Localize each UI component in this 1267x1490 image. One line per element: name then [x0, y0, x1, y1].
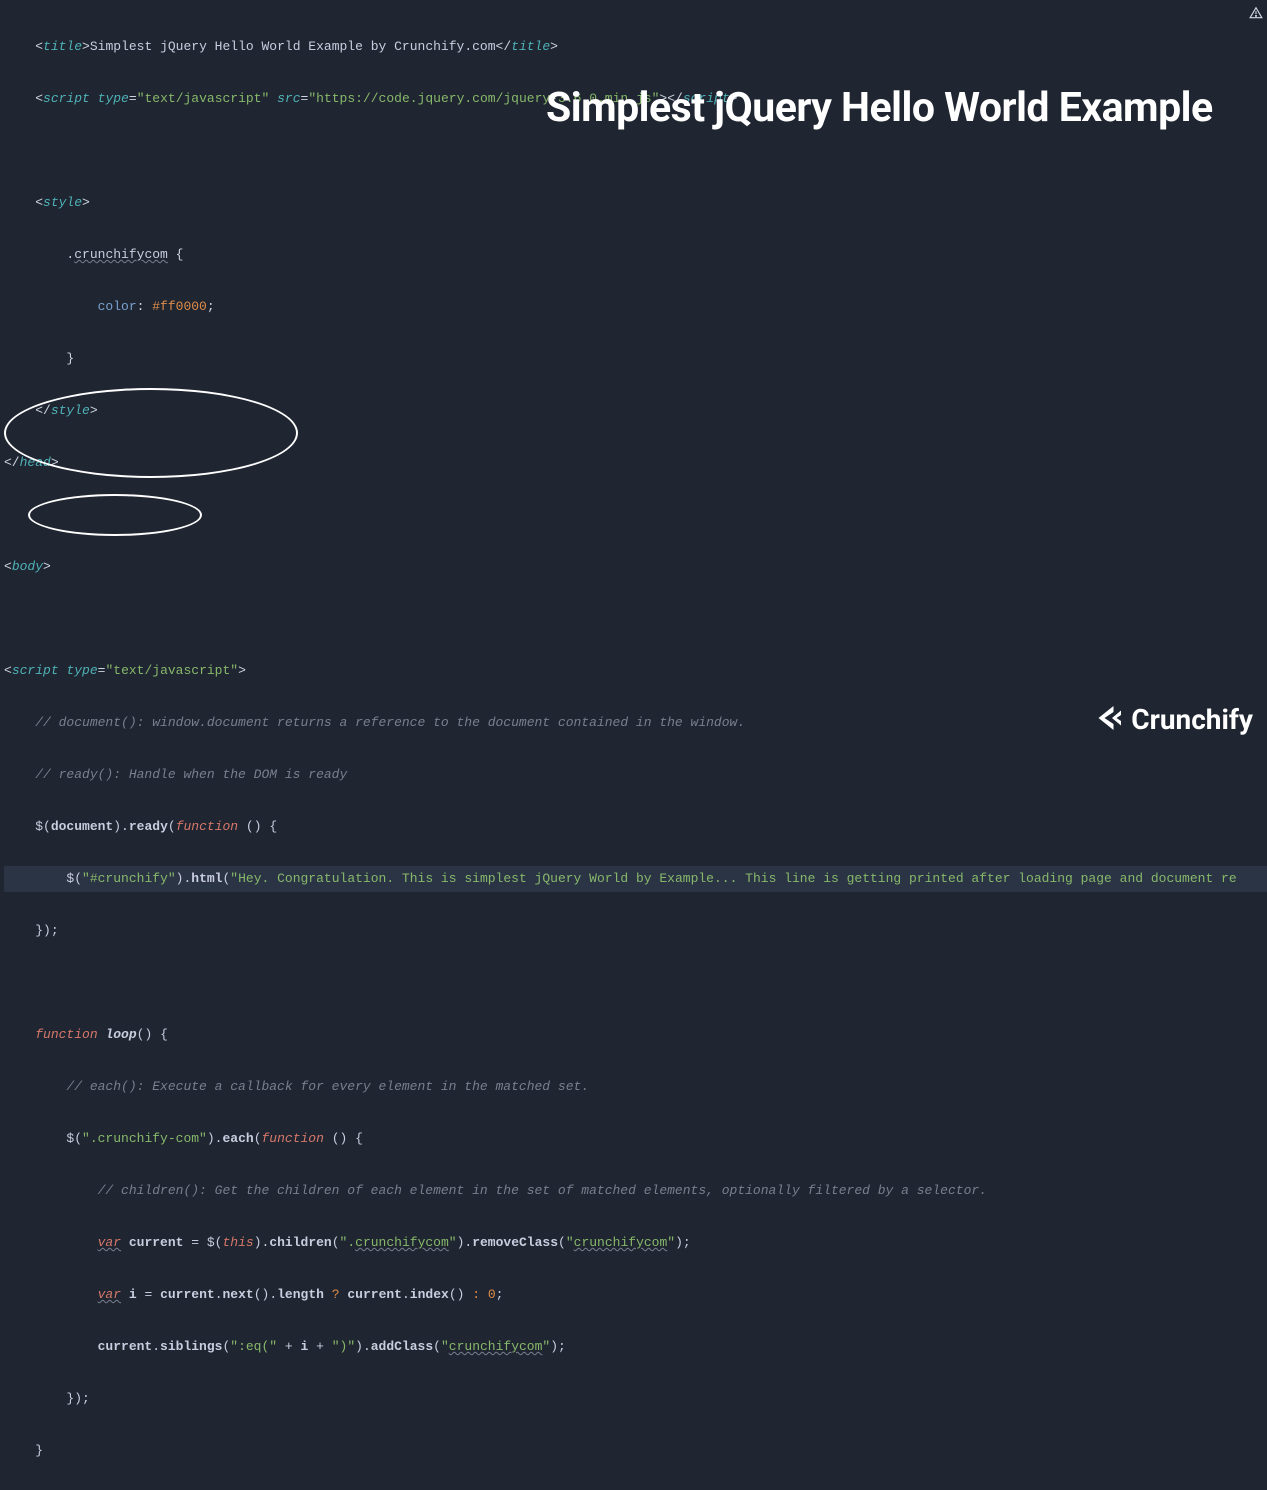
code-line: <script type="text/javascript">	[4, 658, 1267, 684]
code-line: <style>	[4, 190, 1267, 216]
code-line: function loop() {	[4, 1022, 1267, 1048]
logo-icon	[1093, 703, 1125, 737]
code-line: // children(): Get the children of each …	[4, 1178, 1267, 1204]
code-line	[4, 502, 1267, 528]
warning-icon	[1249, 4, 1263, 30]
string: ".	[340, 1235, 356, 1250]
code-line: <title>Simplest jQuery Hello World Examp…	[4, 34, 1267, 60]
code-line: </head>	[4, 450, 1267, 476]
code-editor[interactable]: <title>Simplest jQuery Hello World Examp…	[4, 8, 1267, 1490]
overlay-title: Simplest jQuery Hello World Example	[546, 88, 1213, 129]
string: "	[449, 1235, 457, 1250]
number: 0	[488, 1287, 496, 1302]
code-line: current.siblings(":eq(" + i + ")").addCl…	[4, 1334, 1267, 1360]
css-value: #ff0000	[152, 299, 207, 314]
script-type-2: "text/javascript"	[105, 663, 238, 678]
code-line: // ready(): Handle when the DOM is ready	[4, 762, 1267, 788]
code-line: <body>	[4, 554, 1267, 580]
html-string: "Hey. Congratulation. This is simplest j…	[230, 871, 1236, 886]
jquery-selector: ".crunchify-com"	[82, 1131, 207, 1146]
code-line: color: #ff0000;	[4, 294, 1267, 320]
code-line: });	[4, 1386, 1267, 1412]
code-line: }	[4, 1438, 1267, 1464]
code-line: $(document).ready(function () {	[4, 814, 1267, 840]
code-line: });	[4, 918, 1267, 944]
comment: // each(): Execute a callback for every …	[66, 1079, 589, 1094]
css-selector: crunchifycom	[74, 247, 168, 262]
crunchify-logo: Crunchify	[1093, 703, 1253, 737]
fn-name: loop	[105, 1027, 136, 1042]
comment: // document(): window.document returns a…	[35, 715, 745, 730]
string: ":eq("	[230, 1339, 277, 1354]
title-text: Simplest jQuery Hello World Example by C…	[90, 39, 496, 54]
code-line: .crunchifycom {	[4, 242, 1267, 268]
code-line: // each(): Execute a callback for every …	[4, 1074, 1267, 1100]
comment: // children(): Get the children of each …	[98, 1183, 987, 1198]
code-line	[4, 606, 1267, 632]
code-line: </style>	[4, 398, 1267, 424]
script-type: "text/javascript"	[137, 91, 270, 106]
code-line: var i = current.next().length ? current.…	[4, 1282, 1267, 1308]
string: crunchifycom	[449, 1339, 543, 1354]
code-line-highlighted: $("#crunchify").html("Hey. Congratulatio…	[4, 866, 1267, 892]
string: ")"	[332, 1339, 355, 1354]
code-line	[4, 970, 1267, 996]
code-line: }	[4, 346, 1267, 372]
string: crunchifycom	[574, 1235, 668, 1250]
code-line: $(".crunchify-com").each(function () {	[4, 1126, 1267, 1152]
jquery-selector: "#crunchify"	[82, 871, 176, 886]
string: crunchifycom	[355, 1235, 449, 1250]
comment: // ready(): Handle when the DOM is ready	[35, 767, 347, 782]
code-line: var current = $(this).children(".crunchi…	[4, 1230, 1267, 1256]
code-line: // document(): window.document returns a…	[4, 710, 1267, 736]
code-line	[4, 138, 1267, 164]
logo-text: Crunchify	[1131, 707, 1253, 733]
css-prop: color	[98, 299, 137, 314]
